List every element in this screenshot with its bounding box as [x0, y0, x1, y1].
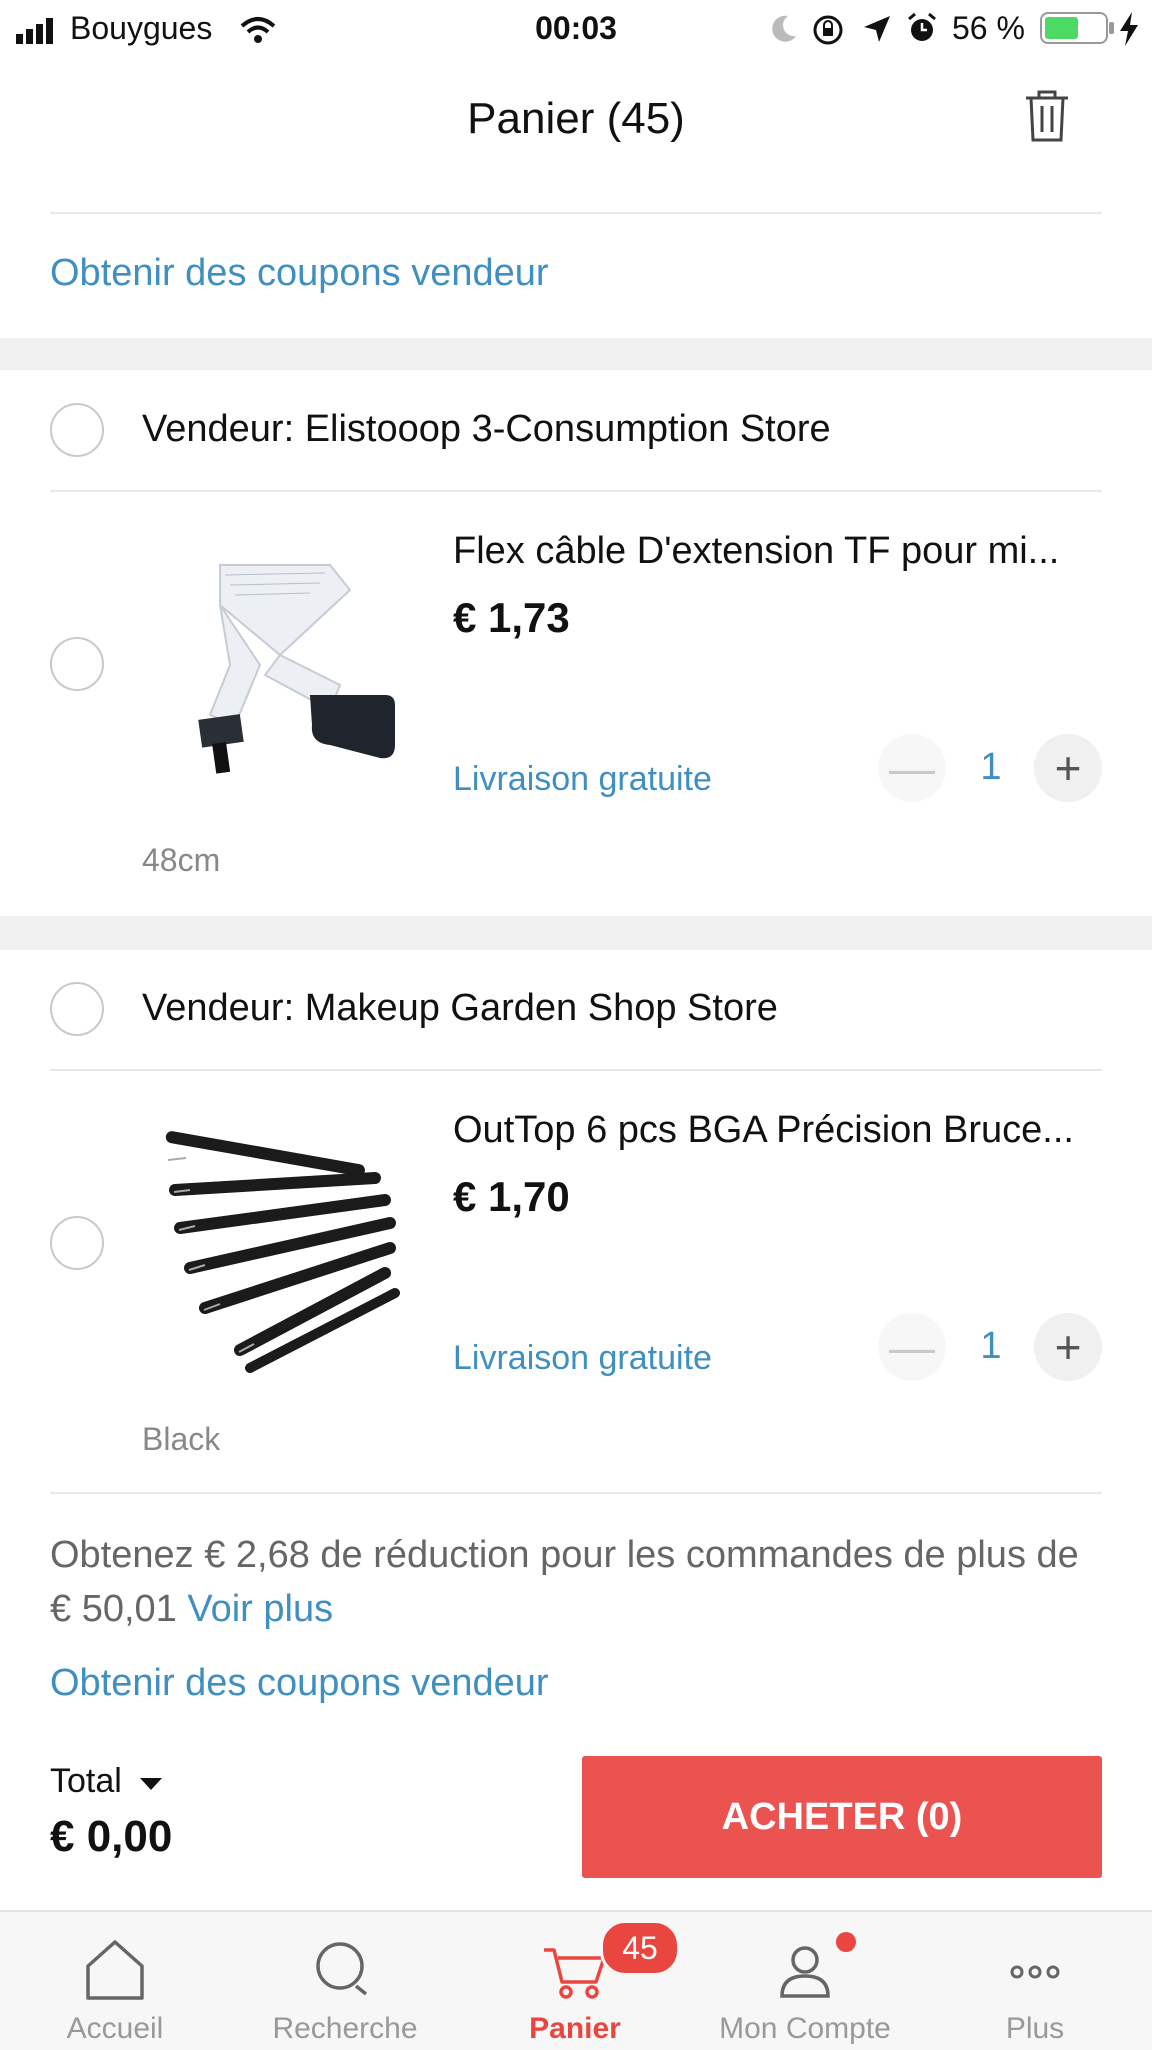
vendor-name: Vendeur: Elistooop 3-Consumption Store	[142, 408, 831, 450]
cart-count-badge: 45	[600, 1920, 680, 1976]
account-icon	[780, 1946, 830, 1998]
plus-icon: +	[1054, 1321, 1082, 1373]
caret-down-icon	[140, 1778, 163, 1790]
product-thumbnail-flex-cable[interactable]	[180, 545, 420, 795]
product-thumbnail-tweezers[interactable]	[160, 1118, 420, 1378]
see-more-link[interactable]: Voir plus	[187, 1588, 333, 1630]
discount-summary: Obtenez € 2,68 de réduction pour les com…	[50, 1528, 1110, 1636]
divider	[50, 212, 1102, 214]
quantity-increase-button[interactable]: +	[1034, 734, 1102, 802]
shipping-label: Livraison gratuite	[453, 760, 712, 798]
section-gap	[0, 338, 1152, 370]
product-price: € 1,70	[453, 1173, 570, 1220]
quantity-decrease-button[interactable]: —	[878, 734, 946, 802]
product-name[interactable]: Flex câble D'extension TF pour mi...	[453, 530, 1103, 573]
product-variant: Black	[142, 1421, 221, 1457]
vendor-name: Vendeur: Makeup Garden Shop Store	[142, 987, 778, 1029]
section-gap	[0, 916, 1152, 950]
tab-bar: Accueil Recherche Panier Mon Compte Plus	[0, 1910, 1152, 2050]
quantity-increase-button[interactable]: +	[1034, 1313, 1102, 1381]
orientation-lock-icon	[813, 15, 843, 45]
tab-account[interactable]: Mon Compte	[690, 1912, 920, 2050]
seller-coupons-link[interactable]: Obtenir des coupons vendeur	[50, 1662, 549, 1705]
minus-icon: —	[889, 1321, 935, 1373]
trash-icon[interactable]	[1022, 88, 1072, 144]
total-amount: € 0,00	[50, 1812, 173, 1861]
more-icon	[1010, 1965, 1060, 1979]
item-select-radio[interactable]	[50, 637, 104, 691]
tab-home[interactable]: Accueil	[0, 1912, 230, 2050]
home-icon	[86, 1940, 144, 2000]
quantity-value[interactable]: 1	[961, 1325, 1021, 1368]
item-select-radio[interactable]	[50, 1216, 104, 1270]
divider	[50, 490, 1102, 492]
battery-icon	[1040, 12, 1114, 44]
charging-icon	[1120, 12, 1138, 46]
product-name[interactable]: OutTop 6 pcs BGA Précision Bruce...	[453, 1109, 1103, 1152]
tab-label: Recherche	[272, 2012, 418, 2045]
tab-label: Accueil	[66, 2012, 164, 2045]
notification-dot	[836, 1932, 856, 1952]
product-variant: 48cm	[142, 842, 221, 878]
store-select-radio[interactable]	[50, 403, 104, 457]
minus-icon: —	[889, 742, 935, 794]
tab-label: Plus	[1005, 2012, 1065, 2045]
moon-icon	[772, 15, 796, 42]
search-icon	[316, 1942, 368, 1996]
total-label: Total	[50, 1762, 122, 1800]
tab-search[interactable]: Recherche	[230, 1912, 460, 2050]
shipping-label: Livraison gratuite	[453, 1339, 712, 1377]
page-title: Panier (45)	[467, 94, 685, 143]
battery-percentage: 56 %	[952, 10, 1025, 46]
location-icon	[864, 16, 890, 42]
quantity-decrease-button[interactable]: —	[878, 1313, 946, 1381]
divider	[50, 1069, 1102, 1071]
alarm-icon	[908, 12, 936, 41]
tab-label: Mon Compte	[719, 2012, 891, 2045]
quantity-value[interactable]: 1	[961, 746, 1021, 789]
buy-button[interactable]: ACHETER (0)	[582, 1756, 1102, 1878]
seller-coupons-link[interactable]: Obtenir des coupons vendeur	[50, 252, 549, 295]
tab-more[interactable]: Plus	[920, 1912, 1150, 2050]
product-price: € 1,73	[453, 594, 570, 641]
total-toggle[interactable]: Total	[50, 1762, 163, 1801]
tab-label: Panier	[529, 2012, 621, 2045]
store-select-radio[interactable]	[50, 982, 104, 1036]
plus-icon: +	[1054, 742, 1082, 794]
status-bar: Bouygues 00:03 56 %	[0, 0, 1152, 58]
divider	[50, 1492, 1102, 1494]
header-bar: Panier (45)	[0, 58, 1152, 178]
